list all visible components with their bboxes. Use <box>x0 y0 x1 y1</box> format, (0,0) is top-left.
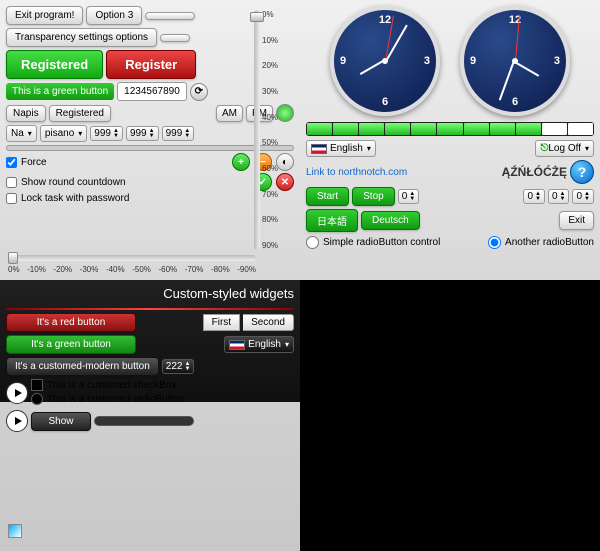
lock-task-checkbox[interactable] <box>6 193 17 204</box>
green-button-label[interactable]: This is a green button <box>6 83 114 100</box>
panel-top-right: 12369 12369 English ⎋ Log Off Link to no… <box>300 0 600 280</box>
progress-bar <box>6 145 294 151</box>
play-icon-1[interactable] <box>6 382 28 404</box>
p2-spinner-1[interactable]: 0▲▼ <box>398 189 420 204</box>
analog-clock-1: 12369 <box>330 6 440 116</box>
dark-spinner[interactable]: 222▲▼ <box>162 359 195 374</box>
panel-top-left: Exit program! Option 3 Transparency sett… <box>0 0 300 280</box>
widgets-title: Custom-styled widgets <box>163 286 294 301</box>
dark-slider[interactable] <box>94 416 194 426</box>
deutsch-button[interactable]: Deutsch <box>361 211 420 230</box>
custom-checkbox[interactable] <box>31 379 43 391</box>
radio-simple-label: Simple radioButton control <box>323 237 440 248</box>
stop-button[interactable]: Stop <box>352 187 395 206</box>
red-button[interactable]: It's a red button <box>6 313 136 332</box>
show-round-label: Show round countdown <box>21 177 126 188</box>
spinner-1[interactable]: 999▲▼ <box>90 126 123 141</box>
add-icon[interactable]: + <box>232 153 250 171</box>
horizontal-slider[interactable]: 0%-10%-20%-30%-40%-50%-60%-70%-80%-90% <box>8 252 256 274</box>
logoff-combo[interactable]: ⎋ Log Off <box>535 140 594 157</box>
blank-button-2[interactable] <box>160 34 190 42</box>
force-label: Force <box>21 157 47 168</box>
radio-another[interactable] <box>488 236 501 249</box>
uk-flag-icon <box>311 144 327 154</box>
radio-simple[interactable] <box>306 236 319 249</box>
spinner-2[interactable]: 999▲▼ <box>126 126 159 141</box>
dark-lang-combo[interactable]: English <box>224 336 294 353</box>
northnotch-link[interactable]: Link to northnotch.com <box>306 167 407 178</box>
radio-another-label: Another radioButton <box>505 237 594 248</box>
analog-clock-2: 12369 <box>460 6 570 116</box>
force-checkbox[interactable] <box>6 157 17 168</box>
japanese-button[interactable]: 日本語 <box>306 209 358 232</box>
tab-second[interactable]: Second <box>243 314 294 331</box>
vertical-slider[interactable]: 0%10%20%30%40%50%60%70%80%90% <box>262 10 288 250</box>
p2-spinner-2[interactable]: 0▲▼ <box>523 189 545 204</box>
spinner-3[interactable]: 999▲▼ <box>162 126 195 141</box>
lock-task-label: Lock task with password <box>21 193 129 204</box>
play-icon-2[interactable] <box>6 410 28 432</box>
language-combo[interactable]: English <box>306 140 376 157</box>
registered-button[interactable]: Registered <box>6 50 103 79</box>
special-chars-label: ĄŹŃŁÓĆŻĘ <box>502 165 567 179</box>
panel-bottom-left: Custom-styled widgets It's a red button … <box>0 280 300 551</box>
na-combo[interactable]: Na <box>6 125 37 142</box>
uk-flag-icon-2 <box>229 340 245 350</box>
register-button[interactable]: Register <box>106 50 196 79</box>
option3-button[interactable]: Option 3 <box>86 6 142 25</box>
green-button[interactable]: It's a green button <box>6 335 136 354</box>
number-display: 1234567890 <box>117 82 187 101</box>
custom-radio[interactable] <box>31 393 43 405</box>
show-button[interactable]: Show <box>31 412 91 431</box>
p2-spinner-4[interactable]: 0▲▼ <box>572 189 594 204</box>
modern-button[interactable]: It's a customed-modern button <box>6 357 159 376</box>
color-swatch-icon[interactable] <box>8 524 22 538</box>
pisano-combo[interactable]: pisano <box>40 125 87 142</box>
am-button[interactable]: AM <box>216 105 243 122</box>
exit-button[interactable]: Exit <box>559 211 594 230</box>
logoff-icon: ⎋ <box>540 143 548 154</box>
refresh-icon[interactable]: ⟳ <box>190 83 208 101</box>
registered-label: Registered <box>49 105 111 122</box>
exit-program-button[interactable]: Exit program! <box>6 6 83 25</box>
show-round-checkbox[interactable] <box>6 177 17 188</box>
custom-check-label: This is a customed checkBox <box>47 380 177 391</box>
napis-label: Napis <box>6 105 46 122</box>
p2-spinner-3[interactable]: 0▲▼ <box>548 189 570 204</box>
red-divider <box>6 308 294 310</box>
start-button[interactable]: Start <box>306 187 349 206</box>
panel-bottom-right <box>300 280 600 551</box>
help-icon[interactable]: ? <box>570 160 594 184</box>
blank-button-1[interactable] <box>145 12 195 20</box>
tab-first[interactable]: First <box>203 314 240 331</box>
transparency-button[interactable]: Transparency settings options <box>6 28 157 47</box>
segmented-progress <box>306 122 594 136</box>
custom-radio-label: This is a customed radioButton <box>47 394 184 405</box>
